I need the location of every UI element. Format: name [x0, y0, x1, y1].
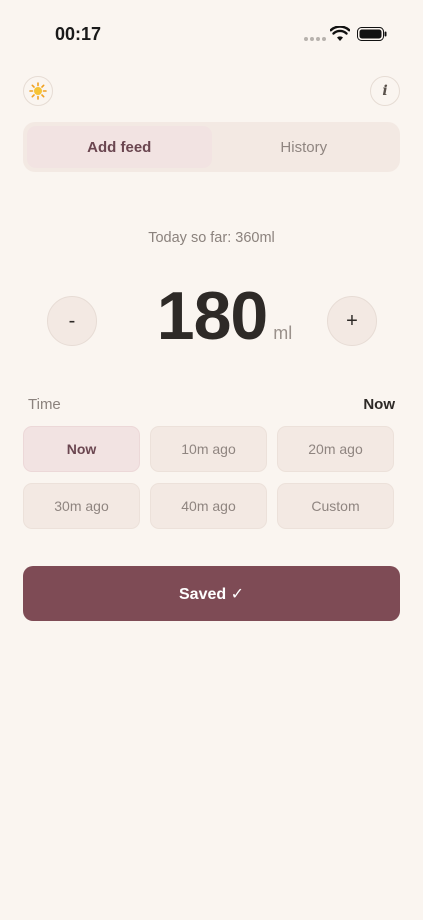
tab-add-feed[interactable]: Add feed	[27, 126, 212, 168]
battery-icon	[357, 27, 387, 41]
wifi-icon	[330, 26, 350, 41]
time-option-40m-ago[interactable]: 40m ago	[150, 483, 267, 529]
time-option-30m-ago[interactable]: 30m ago	[23, 483, 140, 529]
view-switcher: Add feed History	[23, 122, 400, 172]
time-option-10m-ago[interactable]: 10m ago	[150, 426, 267, 472]
selected-time: Now	[363, 396, 395, 413]
theme-toggle-button[interactable]	[23, 76, 53, 106]
amount-value: 180	[156, 278, 268, 354]
sun-icon	[29, 82, 47, 100]
status-time: 00:17	[55, 24, 102, 44]
info-button[interactable]: i	[370, 76, 400, 106]
save-button[interactable]: Saved ✓	[23, 566, 400, 621]
status-bar: 00:17	[0, 0, 423, 70]
time-option-now[interactable]: Now	[23, 426, 140, 472]
tab-history[interactable]: History	[212, 126, 397, 168]
increase-amount-button[interactable]: +	[327, 296, 377, 346]
time-option-20m-ago[interactable]: 20m ago	[277, 426, 394, 472]
info-icon: i	[382, 83, 388, 99]
cellular-signal-icon	[304, 37, 326, 41]
time-label: Time	[28, 396, 61, 413]
today-total: Today so far: 360ml	[148, 230, 275, 246]
time-option-custom[interactable]: Custom	[277, 483, 394, 529]
amount-unit: ml	[273, 323, 293, 343]
